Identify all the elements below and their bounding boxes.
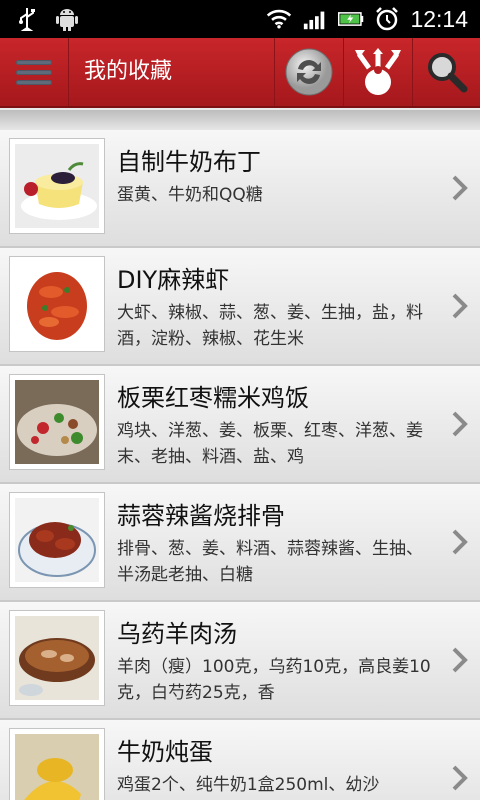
recipe-thumbnail <box>9 256 105 352</box>
alarm-icon <box>374 6 400 32</box>
recipe-ingredients: 鸡块、洋葱、姜、板栗、红枣、洋葱、姜末、老抽、料酒、盐、鸡 <box>117 421 423 467</box>
list-top-shadow <box>0 110 480 130</box>
chevron-right-icon <box>452 647 468 673</box>
clock: 12:14 <box>410 6 468 32</box>
recipe-title: 乌药羊肉汤 <box>117 620 237 648</box>
android-icon <box>54 6 80 32</box>
chevron-right-icon <box>452 765 468 791</box>
usb-icon <box>14 6 40 32</box>
chevron-right-icon <box>452 529 468 555</box>
recipe-thumbnail <box>9 492 105 588</box>
recipe-ingredients: 蛋黄、牛奶和QQ糖 <box>117 185 263 205</box>
menu-icon <box>16 55 52 90</box>
recipe-item[interactable]: 自制牛奶布丁 蛋黄、牛奶和QQ糖 <box>0 130 480 248</box>
recipe-thumbnail <box>9 610 105 706</box>
chevron-right-icon <box>452 293 468 319</box>
share-icon <box>355 48 401 95</box>
share-button[interactable] <box>343 38 412 106</box>
recipe-thumbnail <box>9 728 105 800</box>
recipe-title: DIY麻辣虾 <box>117 266 230 294</box>
recipe-title: 板栗红枣糯米鸡饭 <box>117 384 309 412</box>
signal-icon <box>302 6 328 32</box>
refresh-icon <box>285 48 333 96</box>
recipe-ingredients: 羊肉（瘦）100克，乌药10克，高良姜10克，白芍药25克，香 <box>117 657 431 703</box>
recipe-ingredients: 排骨、葱、姜、料酒、蒜蓉辣酱、生抽、半汤匙老抽、白糖 <box>117 539 423 585</box>
recipe-ingredients: 大虾、辣椒、蒜、葱、姜、生抽，盐，料酒，淀粉、辣椒、花生米 <box>117 303 423 349</box>
search-icon <box>428 53 468 93</box>
chevron-right-icon <box>452 175 468 201</box>
recipe-ingredients: 鸡蛋2个、纯牛奶1盒250ml、幼沙 <box>117 775 380 795</box>
favorites-list[interactable]: 自制牛奶布丁 蛋黄、牛奶和QQ糖 DIY麻辣虾 大虾、辣椒、蒜、葱、姜、生抽，盐… <box>0 110 480 800</box>
search-button[interactable] <box>412 38 480 106</box>
recipe-title: 自制牛奶布丁 <box>117 148 261 176</box>
wifi-icon <box>266 6 292 32</box>
page-title: 我的收藏 <box>84 59 173 84</box>
recipe-item[interactable]: 板栗红枣糯米鸡饭 鸡块、洋葱、姜、板栗、红枣、洋葱、姜末、老抽、料酒、盐、鸡 <box>0 366 480 484</box>
recipe-thumbnail <box>9 138 105 234</box>
app-header: 我的收藏 <box>0 38 480 108</box>
recipe-title: 蒜蓉辣酱烧排骨 <box>117 502 285 530</box>
recipe-title: 牛奶炖蛋 <box>117 738 213 766</box>
refresh-button[interactable] <box>274 38 343 106</box>
recipe-item[interactable]: 乌药羊肉汤 羊肉（瘦）100克，乌药10克，高良姜10克，白芍药25克，香 <box>0 602 480 720</box>
recipe-item[interactable]: DIY麻辣虾 大虾、辣椒、蒜、葱、姜、生抽，盐，料酒，淀粉、辣椒、花生米 <box>0 248 480 366</box>
recipe-thumbnail <box>9 374 105 470</box>
recipe-item[interactable]: 牛奶炖蛋 鸡蛋2个、纯牛奶1盒250ml、幼沙 <box>0 720 480 800</box>
battery-charging-icon <box>338 6 364 32</box>
menu-button[interactable] <box>0 38 69 106</box>
recipe-item[interactable]: 蒜蓉辣酱烧排骨 排骨、葱、姜、料酒、蒜蓉辣酱、生抽、半汤匙老抽、白糖 <box>0 484 480 602</box>
status-bar: 12:14 <box>0 0 480 38</box>
chevron-right-icon <box>452 411 468 437</box>
